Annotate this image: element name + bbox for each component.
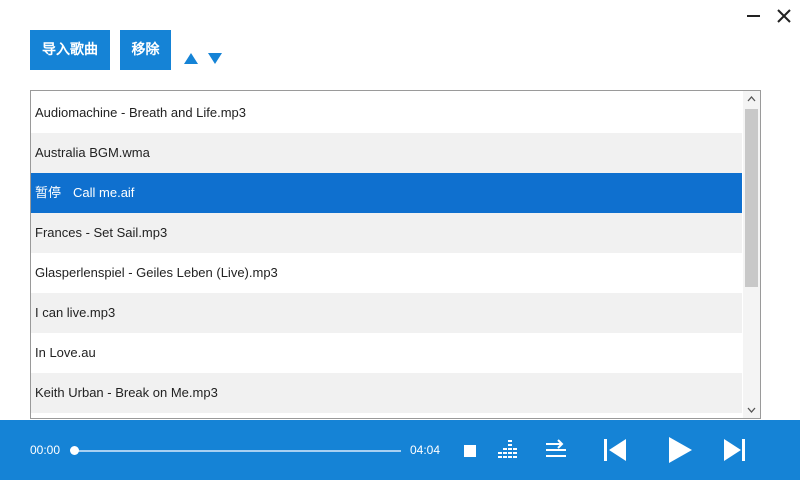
playback-status: 暂停	[35, 185, 62, 200]
playlist[interactable]: Audiomachine - Breath and Life.mp3 Austra…	[30, 90, 761, 419]
playlist-item[interactable]: Keith Urban - Break on Me.mp3	[31, 373, 742, 413]
equalizer-button[interactable]	[497, 439, 521, 461]
play-mode-button[interactable]	[544, 438, 570, 462]
minimize-button[interactable]	[744, 4, 768, 28]
chevron-down-icon	[747, 407, 756, 413]
playlist-item[interactable]: Australia BGM.wma	[31, 133, 742, 173]
song-title: I can live.mp3	[35, 305, 116, 320]
previous-button[interactable]	[602, 437, 628, 463]
next-icon	[724, 439, 745, 461]
chevron-up-icon	[747, 96, 756, 102]
equalizer-icon	[498, 440, 517, 458]
progress-track[interactable]	[75, 450, 401, 452]
scroll-up-button[interactable]	[743, 91, 760, 108]
minimize-icon	[747, 15, 760, 17]
move-down-button[interactable]	[207, 50, 223, 64]
song-title: Audiomachine - Breath and Life.mp3	[35, 105, 247, 120]
song-title: Frances - Set Sail.mp3	[35, 225, 168, 240]
playlist-item[interactable]: Frances - Set Sail.mp3	[31, 213, 742, 253]
remove-button[interactable]: 移除	[120, 30, 171, 70]
player-bar: 00:00 04:04	[0, 420, 800, 480]
song-title: In Love.au	[35, 345, 96, 360]
scrollbar[interactable]	[743, 91, 760, 418]
playlist-item[interactable]: 暂停 Call me.aif	[31, 173, 742, 213]
stop-button[interactable]	[463, 444, 477, 458]
total-time: 04:04	[410, 443, 441, 457]
play-button[interactable]	[666, 436, 694, 464]
scroll-down-button[interactable]	[743, 401, 760, 418]
close-button[interactable]	[772, 4, 796, 28]
playlist-rows: Audiomachine - Breath and Life.mp3 Austra…	[31, 93, 742, 413]
song-title: Glasperlenspiel - Geiles Leben (Live).mp…	[35, 265, 278, 280]
playlist-item[interactable]: Glasperlenspiel - Geiles Leben (Live).mp…	[31, 253, 742, 293]
playlist-item[interactable]: In Love.au	[31, 333, 742, 373]
playlist-item[interactable]: Audiomachine - Breath and Life.mp3	[31, 93, 742, 133]
playlist-item[interactable]: I can live.mp3	[31, 293, 742, 333]
triangle-down-icon	[208, 53, 222, 64]
play-mode-icon	[546, 439, 566, 457]
close-icon	[777, 9, 791, 23]
scrollbar-thumb[interactable]	[745, 109, 758, 287]
stop-icon	[464, 445, 476, 457]
song-title: Australia BGM.wma	[35, 145, 150, 160]
triangle-up-icon	[184, 53, 198, 64]
current-time: 00:00	[30, 443, 61, 457]
play-icon	[669, 437, 692, 463]
move-up-button[interactable]	[183, 50, 199, 64]
import-songs-button[interactable]: 导入歌曲	[30, 30, 110, 70]
next-button[interactable]	[721, 437, 749, 463]
progress-knob[interactable]	[70, 446, 79, 455]
previous-icon	[604, 439, 626, 461]
song-title: Keith Urban - Break on Me.mp3	[35, 385, 218, 400]
song-title: Call me.aif	[73, 185, 135, 200]
